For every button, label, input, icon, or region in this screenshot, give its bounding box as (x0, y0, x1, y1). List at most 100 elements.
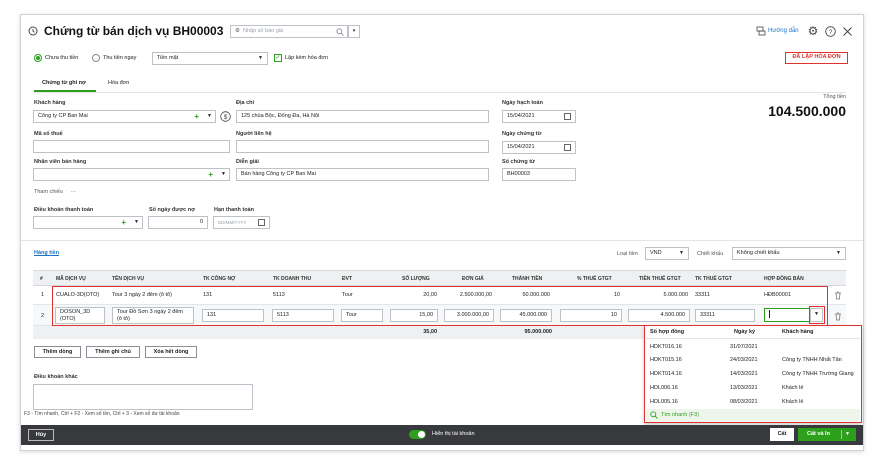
help-icon[interactable]: ? (824, 25, 836, 37)
contract-option[interactable]: HDKT016.16 31/07/2021 (646, 341, 860, 354)
row-index: 1 (41, 292, 45, 298)
days-allowed-input[interactable]: 0 (148, 216, 208, 229)
reference-more-link[interactable]: ... (71, 188, 76, 194)
chevron-down-icon[interactable]: ▼ (845, 428, 850, 441)
col-vat-amount: TIỀN THUẾ GTGT (639, 276, 681, 282)
gear-icon[interactable]: ⚙ (807, 24, 819, 38)
payment-terms-input[interactable]: + ▼ (33, 216, 143, 229)
contact-input[interactable] (236, 140, 489, 153)
trash-icon[interactable] (833, 311, 842, 321)
tab-debit-voucher[interactable]: Chứng từ ghi nợ (42, 80, 86, 86)
with-invoice-checkbox[interactable]: ✓ (274, 54, 282, 62)
voucher-date-label: Ngày chứng từ (502, 131, 542, 137)
trash-icon[interactable] (833, 290, 842, 300)
guide-icon[interactable] (756, 26, 766, 36)
payment-terms-label: Điều khoản thanh toán (34, 207, 94, 213)
contract-customer: Khách lẻ (782, 399, 804, 405)
chevron-down-icon[interactable]: ▼ (207, 111, 212, 122)
add-row-button[interactable]: Thêm dòng (34, 346, 81, 358)
contract-option[interactable]: HDKT014.16 14/03/2021 Công ty TNHH Trườn… (646, 368, 860, 381)
paid-now-label: Thu tiền ngay (103, 55, 137, 61)
total-amount: 95.000.000 (524, 329, 552, 335)
discount-select[interactable]: Không chiết khấu ▼ (732, 247, 846, 260)
col-service-name: TÊN DỊCH VỤ (112, 276, 144, 282)
address-input[interactable]: 125 chùa Bộc, Đống Đa, Hà Nội (236, 110, 489, 123)
contract-option[interactable]: HDL005.16 08/03/2021 Khách lẻ (646, 396, 860, 409)
discount-value: Không chiết khấu (737, 250, 780, 256)
add-customer-icon[interactable]: + (194, 111, 199, 122)
customer-input[interactable]: Công ty CP Ban Mai + ▼ (33, 110, 216, 123)
reference-label: Tham chiếu (34, 189, 63, 195)
currency-label: Loại tiền (617, 251, 638, 257)
with-invoice-label: Lập kèm hóa đơn (285, 55, 329, 61)
payment-method-value: Tiền mặt (157, 55, 179, 61)
description-input[interactable]: Bán hàng Công ty CP Ban Mai (236, 168, 489, 181)
col-debt-account: TK CÔNG NỢ (203, 276, 236, 282)
due-date-input[interactable]: DD/MM/YYYY (213, 216, 270, 229)
status-badge: ĐÃ LẬP HÓA ĐƠN (785, 52, 848, 64)
close-icon[interactable] (841, 25, 853, 37)
add-note-button[interactable]: Thêm ghi chú (86, 346, 140, 358)
due-date-label: Hạn thanh toán (214, 207, 255, 213)
quote-dropdown-button[interactable]: ▾ (348, 25, 360, 38)
rows-highlight (52, 286, 828, 326)
chevron-down-icon: ▼ (258, 55, 263, 61)
contract-no: HDL005.16 (650, 399, 678, 405)
col-vat-account: TK THUẾ GTGT (695, 276, 732, 282)
other-terms-label: Điều khoản khác (34, 374, 78, 380)
contract-option[interactable]: HDKT015.16 24/03/2021 Công ty TNHH Nhất … (646, 354, 860, 367)
sign-date: 13/03/2021 (730, 385, 758, 391)
voucher-date-input[interactable]: 15/04/2021 (502, 141, 576, 154)
quote-placeholder: Nhập số báo giá (243, 28, 284, 34)
other-terms-textarea[interactable] (33, 384, 253, 410)
toggle-knob (418, 431, 425, 438)
accounting-date-input[interactable]: 15/04/2021 (502, 110, 576, 123)
chevron-down-icon[interactable]: ▼ (134, 217, 139, 228)
voucher-no-input[interactable]: BH00003 (502, 168, 576, 181)
currency-icon[interactable]: $ (219, 110, 232, 123)
col-vat-rate: % THUẾ GTGT (577, 276, 612, 282)
contract-option[interactable]: HDL006.16 13/03/2021 Khách lẻ (646, 382, 860, 395)
unpaid-label: Chưa thu tiền (45, 55, 79, 61)
delete-all-rows-button[interactable]: Xóa hết dòng (145, 346, 197, 358)
add-salesperson-icon[interactable]: + (208, 169, 213, 180)
calendar-icon[interactable] (564, 113, 571, 120)
save-print-label: Cất và In (807, 431, 830, 437)
paid-now-radio[interactable] (92, 54, 100, 62)
save-print-button[interactable]: Cất và In ▼ (798, 428, 856, 441)
shortcut-hints: F3 - Tìm nhanh, Ctrl + F2 - Xem số tồn, … (24, 411, 180, 417)
sign-date: 31/07/2021 (730, 344, 758, 350)
payment-method-select[interactable]: Tiền mặt ▼ (152, 52, 268, 65)
chevron-down-icon: ▼ (836, 250, 841, 256)
contract-no: HDKT015.16 (650, 357, 682, 363)
page-title: Chứng từ bán dịch vụ BH00003 (44, 24, 224, 38)
unpaid-radio[interactable] (34, 54, 42, 62)
show-accounts-toggle[interactable] (409, 430, 426, 439)
col-revenue-account: TK DOANH THU (273, 276, 312, 282)
customer-label: Khách hàng (34, 100, 66, 106)
cancel-button[interactable]: Hủy (28, 429, 54, 441)
quick-search-row[interactable]: Tìm nhanh (F3) (646, 409, 860, 422)
tab-divider (34, 92, 846, 93)
settings-icon: ⚙ (235, 28, 240, 34)
tab-invoice[interactable]: Hóa đơn (108, 80, 129, 86)
customer-value: Công ty CP Ban Mai (38, 113, 88, 119)
history-icon[interactable] (28, 26, 38, 36)
show-accounts-label: Hiển thị tài khoản (432, 431, 475, 437)
calendar-icon[interactable] (258, 219, 265, 226)
svg-text:$: $ (224, 114, 228, 121)
chevron-down-icon[interactable]: ▼ (221, 169, 226, 180)
save-button[interactable]: Cất (770, 428, 794, 441)
accounting-date-value: 15/04/2021 (507, 113, 535, 119)
currency-select[interactable]: VND ▼ (645, 247, 689, 260)
salesperson-input[interactable]: + ▼ (33, 168, 230, 181)
tab-goods-money[interactable]: Hàng tiền (34, 250, 59, 256)
search-icon[interactable] (335, 27, 344, 36)
quote-search-input[interactable]: ⚙ Nhập số báo giá (230, 25, 348, 38)
add-payment-terms-icon[interactable]: + (121, 217, 126, 228)
section-divider (21, 240, 863, 241)
col-sales-contract: HỢP ĐỒNG BÁN (764, 276, 804, 282)
help-link[interactable]: Hướng dẫn (768, 28, 799, 34)
tax-code-input[interactable] (33, 140, 230, 153)
calendar-icon[interactable] (564, 144, 571, 151)
